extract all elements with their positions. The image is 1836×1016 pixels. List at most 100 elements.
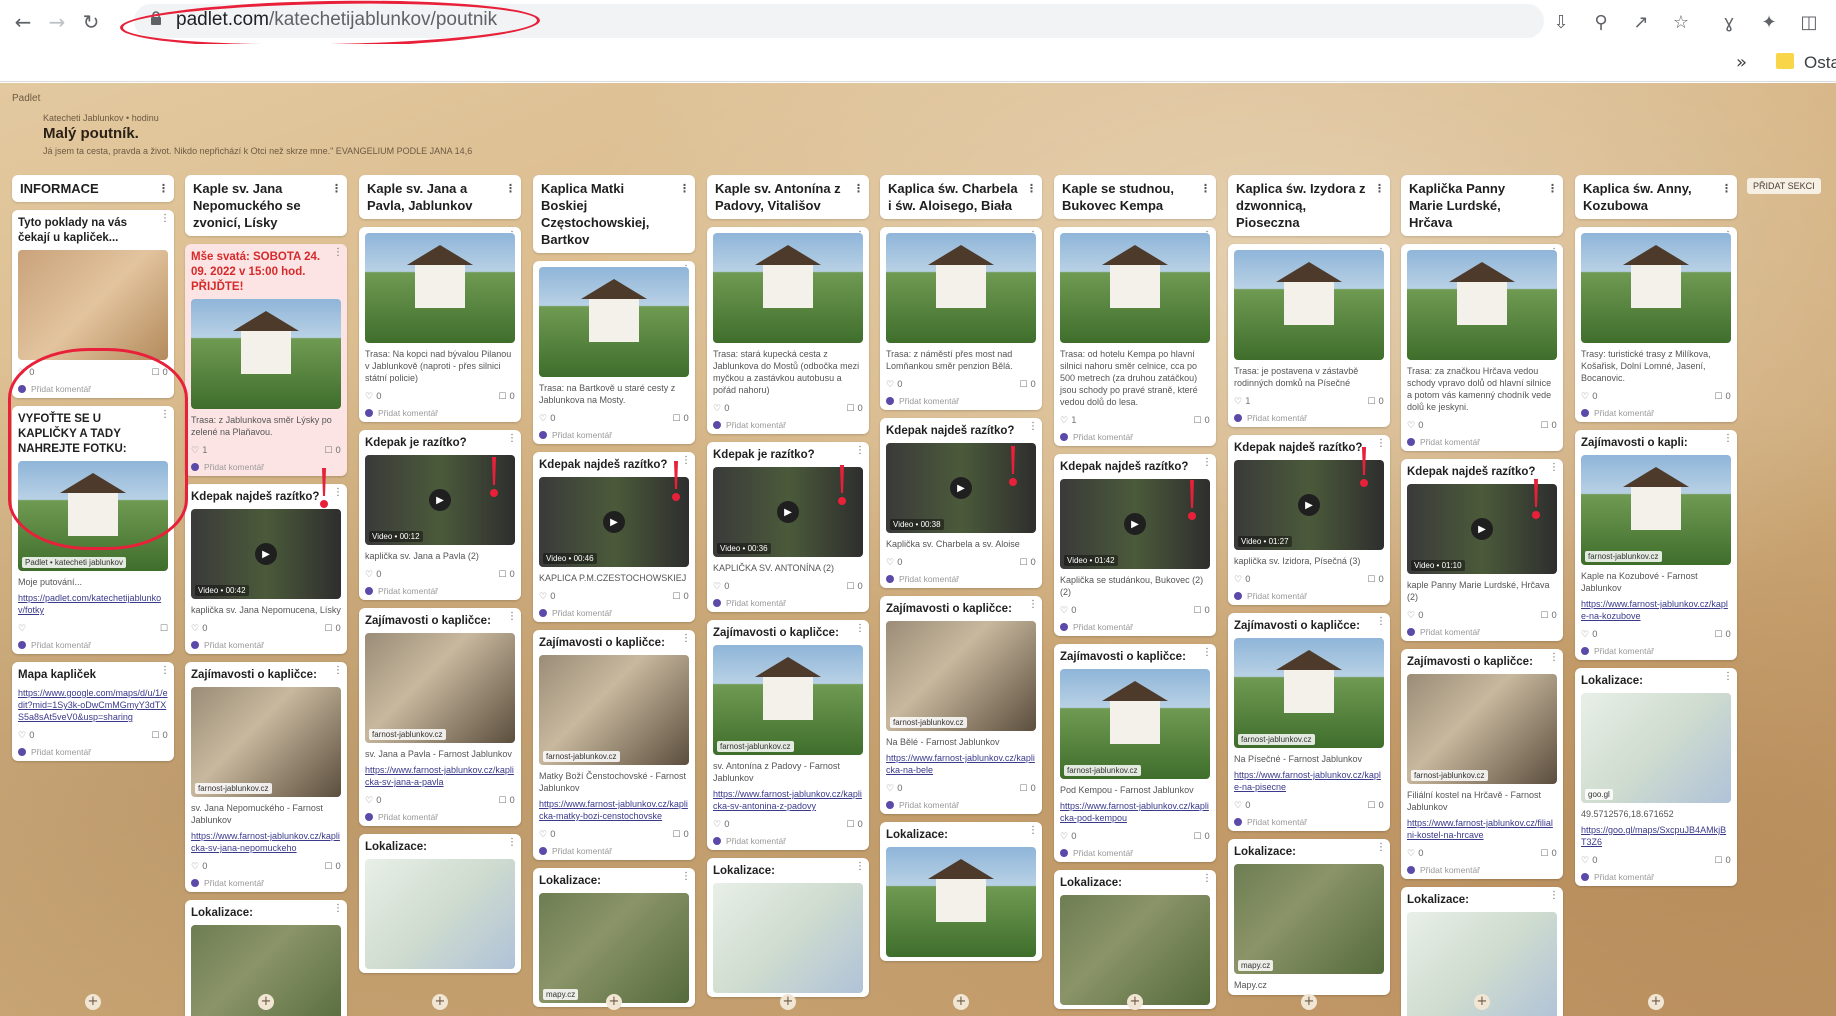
post-card[interactable]: ⋮ Lokalizace: goo.gl 49.5712576,18.671652 ht… xyxy=(1575,668,1737,886)
post-card[interactable]: ⋮ Kdepak najdeš razítko? ▶ Video • 01:10 kap… xyxy=(1401,459,1563,641)
post-card[interactable]: ⋮ Zajímavosti o kapličce: farnost-jablunko… xyxy=(1054,644,1216,862)
comment-count-button[interactable]: ☐ 0 xyxy=(1714,392,1731,402)
more-options-icon[interactable]: ⋮ xyxy=(1547,180,1558,197)
post-link[interactable]: https://www.farnost-jablunkov.cz/filialn… xyxy=(1407,817,1557,841)
post-image[interactable] xyxy=(191,299,341,409)
add-post-button[interactable]: + xyxy=(1301,994,1317,1010)
post-image[interactable] xyxy=(1060,233,1210,343)
play-icon[interactable]: ▶ xyxy=(255,543,277,565)
post-link[interactable]: https://www.farnost-jablunkov.cz/kaplick… xyxy=(539,798,689,822)
play-icon[interactable]: ▶ xyxy=(950,477,972,499)
video-thumbnail[interactable]: ▶ Video • 01:42 xyxy=(1060,479,1210,569)
post-card[interactable]: ⋮Trasa: od hotelu Kempa po hlavní silnic… xyxy=(1054,227,1216,446)
add-comment-row[interactable]: Přidat komentář xyxy=(1407,437,1557,447)
add-post-button[interactable]: + xyxy=(606,994,622,1010)
post-link[interactable]: https://www.google.com/maps/d/u/1/edit?m… xyxy=(18,687,168,723)
column-header[interactable]: Kaplica św. Anny, Kozubowa ⋮ xyxy=(1575,175,1737,219)
add-post-button[interactable]: + xyxy=(432,994,448,1010)
more-options-icon[interactable]: ⋮ xyxy=(1376,616,1386,627)
add-comment-row[interactable]: Přidat komentář xyxy=(1060,848,1210,858)
add-post-button[interactable]: + xyxy=(1648,994,1664,1010)
add-comment-row[interactable]: Přidat komentář xyxy=(191,640,341,650)
video-thumbnail[interactable]: ▶ Video • 00:46 xyxy=(539,477,689,567)
post-link[interactable]: https://www.farnost-jablunkov.cz/kaplick… xyxy=(713,788,863,812)
comment-count-button[interactable]: ☐ 0 xyxy=(1367,801,1384,811)
like-button[interactable]: ♡ 0 xyxy=(713,404,730,414)
star-icon[interactable]: ☆ xyxy=(1668,9,1694,35)
like-button[interactable]: ♡ 0 xyxy=(539,592,556,602)
post-card[interactable]: ⋮ Lokalizace: mapy.cz xyxy=(533,868,695,1007)
post-card[interactable]: ⋮Trasy: turistické trasy z Milíkova, Koš… xyxy=(1575,227,1737,422)
comment-count-button[interactable]: ☐ 0 xyxy=(1714,856,1731,866)
column-header[interactable]: Kaplička Panny Marie Lurdské, Hrčava ⋮ xyxy=(1401,175,1563,236)
post-card[interactable]: ⋮ Zajímavosti o kapličce: farnost-jablunko… xyxy=(880,596,1042,814)
video-thumbnail[interactable]: ▶ Video • 01:10 xyxy=(1407,484,1557,574)
add-comment-row[interactable]: Přidat komentář xyxy=(713,836,863,846)
comment-count-button[interactable]: ☐ 0 xyxy=(498,570,515,580)
post-image[interactable] xyxy=(365,233,515,343)
post-card[interactable]: ⋮Trasa: z náměstí přes most nad Lomňanko… xyxy=(880,227,1042,410)
more-options-icon[interactable]: ⋮ xyxy=(507,837,517,848)
post-link[interactable]: https://www.farnost-jablunkov.cz/kaple-n… xyxy=(1581,598,1731,622)
video-thumbnail[interactable]: ▶ Video • 01:27 xyxy=(1234,460,1384,550)
more-options-icon[interactable]: ⋮ xyxy=(681,633,691,644)
comment-count-button[interactable]: ☐ 0 xyxy=(846,582,863,592)
more-options-icon[interactable]: ⋮ xyxy=(679,180,690,197)
post-image[interactable] xyxy=(18,250,168,360)
post-image[interactable]: farnost-jablunkov.cz xyxy=(886,621,1036,731)
column-header[interactable]: Kaplica św. Charbela i św. Aloisego, Bia… xyxy=(880,175,1042,219)
add-comment-row[interactable]: Přidat komentář xyxy=(1581,646,1731,656)
more-options-icon[interactable]: ⋮ xyxy=(158,180,169,197)
post-image[interactable]: Padlet • katecheti jablunkov xyxy=(18,461,168,571)
column-header[interactable]: INFORMACE ⋮ xyxy=(12,175,174,202)
play-icon[interactable]: ▶ xyxy=(1471,518,1493,540)
more-options-icon[interactable]: ⋮ xyxy=(160,665,170,676)
post-card[interactable]: ⋮ Mše svatá: SOBOTA 24. 09. 2022 v 15:00 … xyxy=(185,244,347,476)
like-button[interactable]: ♡ 0 xyxy=(18,731,35,741)
add-comment-row[interactable]: Přidat komentář xyxy=(539,608,689,618)
more-options-icon[interactable]: ⋮ xyxy=(1549,890,1559,901)
add-section-button[interactable]: PŘIDAT SEKCI xyxy=(1747,178,1821,194)
more-options-icon[interactable]: ⋮ xyxy=(505,180,516,197)
post-card[interactable]: ⋮ VYFOŤTE SE U KAPLIČKY A TADY NAHREJTE F… xyxy=(12,406,174,654)
column-header[interactable]: Kaplica św. Izydora z dzwonnicą, Piosecz… xyxy=(1228,175,1390,236)
more-options-icon[interactable]: ⋮ xyxy=(1200,180,1211,197)
more-options-icon[interactable]: ⋮ xyxy=(1376,438,1386,449)
more-options-icon[interactable]: ⋮ xyxy=(507,611,517,622)
post-image[interactable]: farnost-jablunkov.cz xyxy=(539,655,689,765)
post-card[interactable]: ⋮ Lokalizace: xyxy=(1054,870,1216,1009)
add-comment-row[interactable]: Přidat komentář xyxy=(191,878,341,888)
add-comment-row[interactable]: Přidat komentář xyxy=(1581,408,1731,418)
more-options-icon[interactable]: ⋮ xyxy=(333,247,343,258)
column-header[interactable]: Kaple se studnou, Bukovec Kempa ⋮ xyxy=(1054,175,1216,219)
comment-count-button[interactable]: ☐ xyxy=(160,624,168,634)
comment-count-button[interactable]: ☐ 0 xyxy=(1193,832,1210,842)
comment-count-button[interactable]: ☐ 0 xyxy=(1540,421,1557,431)
more-options-icon[interactable]: ⋮ xyxy=(1028,825,1038,836)
comment-count-button[interactable]: ☐ 0 xyxy=(1019,380,1036,390)
bookmark-folder-label[interactable]: Osta xyxy=(1804,53,1836,73)
add-comment-row[interactable]: Přidat komentář xyxy=(18,640,168,650)
add-comment-row[interactable]: Přidat komentář xyxy=(1234,413,1384,423)
comment-count-button[interactable]: ☐ 0 xyxy=(1019,558,1036,568)
more-options-icon[interactable]: ⋮ xyxy=(333,487,343,498)
like-button[interactable]: ♡ 0 xyxy=(1581,630,1598,640)
post-link[interactable]: https://www.farnost-jablunkov.cz/kaplick… xyxy=(191,830,341,854)
reload-icon[interactable]: ↻ xyxy=(78,9,104,35)
add-post-button[interactable]: + xyxy=(85,994,101,1010)
add-comment-row[interactable]: Přidat komentář xyxy=(365,586,515,596)
column-header[interactable]: Kaple sv. Jana a Pavla, Jablunkov ⋮ xyxy=(359,175,521,219)
post-card[interactable]: ⋮ Zajímavosti o kapličce: farnost-jablunko… xyxy=(533,630,695,860)
comment-count-button[interactable]: ☐ 0 xyxy=(324,624,341,634)
add-post-button[interactable]: + xyxy=(953,994,969,1010)
add-comment-row[interactable]: Přidat komentář xyxy=(1060,622,1210,632)
comment-count-button[interactable]: ☐ 0 xyxy=(1367,397,1384,407)
post-image[interactable] xyxy=(539,267,689,377)
post-card[interactable]: ⋮Trasa: stará kupecká cesta z Jablunkova… xyxy=(707,227,869,434)
post-image[interactable] xyxy=(1581,233,1731,343)
comment-count-button[interactable]: ☐ 0 xyxy=(1193,606,1210,616)
video-thumbnail[interactable]: ▶ Video • 00:42 xyxy=(191,509,341,599)
like-button[interactable]: ♡ 0 xyxy=(886,380,903,390)
post-image[interactable]: farnost-jablunkov.cz xyxy=(1581,455,1731,565)
add-comment-row[interactable]: Přidat komentář xyxy=(1407,865,1557,875)
